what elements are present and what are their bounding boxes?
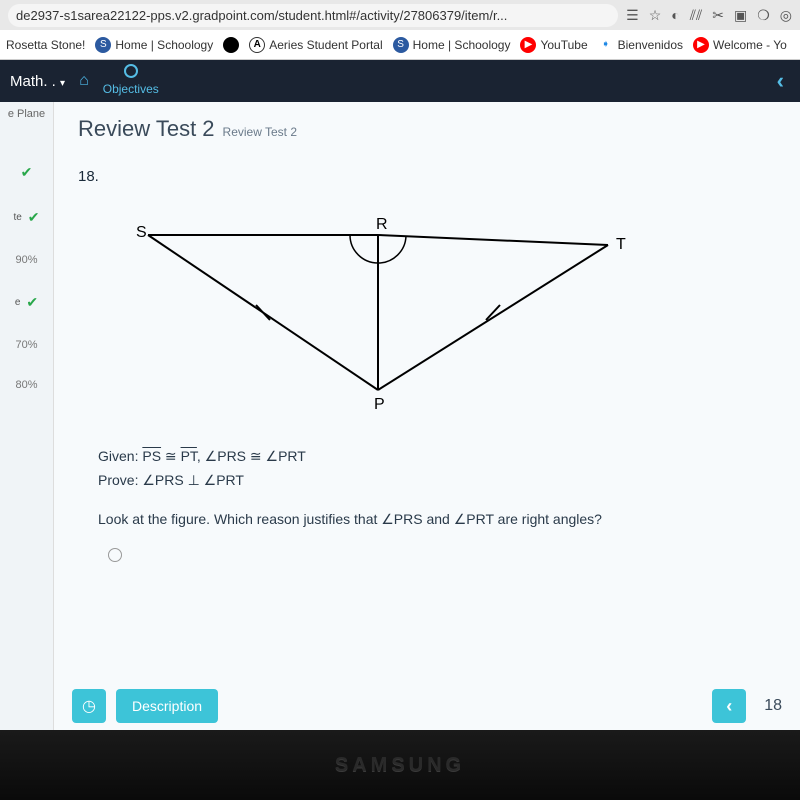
youtube-icon: ▶ — [520, 37, 536, 53]
sidebar-top-label: e Plane — [8, 108, 45, 120]
schoology-icon: S — [95, 37, 111, 53]
progress-sidebar: e Plane ✔ te✔ 90% e✔ 70% 80% — [0, 102, 54, 730]
dot-icon[interactable] — [223, 37, 239, 53]
label-R: R — [376, 216, 388, 233]
timer-button[interactable]: ◷ — [72, 689, 106, 723]
sidebar-item[interactable]: e✔ — [15, 294, 38, 311]
bookmark-schoology1[interactable]: SHome | Schoology — [95, 37, 213, 53]
course-dropdown[interactable]: Math. . ▾ — [10, 73, 65, 90]
pin-icon: ➧ — [598, 37, 614, 53]
scissors-icon[interactable]: ✂ — [712, 7, 724, 24]
star-icon[interactable]: ☆ — [649, 7, 662, 24]
app-header: Math. . ▾ ⌂ Objectives ‹ — [0, 60, 800, 102]
bookmarks-bar: Rosetta Stone! SHome | Schoology AAeries… — [0, 30, 800, 60]
clock-icon: ◷ — [82, 696, 96, 716]
question-text: Look at the figure. Which reason justifi… — [98, 511, 776, 528]
workspace: e Plane ✔ te✔ 90% e✔ 70% 80% Review Test… — [0, 102, 800, 730]
target-icon — [124, 64, 138, 78]
answer-option[interactable] — [108, 548, 776, 567]
question-counter: 18 — [764, 697, 782, 715]
home-icon[interactable]: ⌂ — [79, 72, 89, 90]
ring-icon[interactable]: ◎ — [780, 7, 792, 24]
box-icon[interactable]: ▣ — [734, 7, 747, 24]
prove-line: Prove: ∠PRS ⊥ ∠PRT — [98, 469, 776, 493]
sidebar-item[interactable]: ✔ — [21, 164, 33, 181]
youtube-icon: ▶ — [693, 37, 709, 53]
back-chevron-icon[interactable]: ‹ — [777, 68, 784, 94]
browser-chrome: de2937-s1sarea22122-pps.v2.gradpoint.com… — [0, 0, 800, 30]
brand-logo: SAMSUNG — [335, 754, 465, 777]
stripes-icon[interactable]: ⫽⫽ — [690, 7, 703, 24]
aeries-icon: A — [249, 37, 265, 53]
label-S: S — [136, 224, 147, 241]
content-panel: Review Test 2 Review Test 2 18. S R T — [54, 102, 800, 730]
label-P: P — [374, 396, 385, 413]
bookmark-schoology2[interactable]: SHome | Schoology — [393, 37, 511, 53]
sidebar-item[interactable]: te✔ — [13, 209, 39, 226]
description-button[interactable]: Description — [116, 689, 218, 723]
chrome-action-icons: ☰ ☆ ◐ ⫽⫽ ✂ ▣ ❍ ◎ — [626, 7, 792, 24]
bookmark-aeries[interactable]: AAeries Student Portal — [249, 37, 382, 53]
check-icon: ✔ — [26, 294, 38, 311]
sidebar-item[interactable]: 90% — [15, 254, 37, 266]
sidebar-item[interactable]: 70% — [15, 339, 37, 351]
laptop-bezel: SAMSUNG — [0, 730, 800, 800]
translate-icon[interactable]: ☰ — [626, 7, 639, 24]
sidebar-item[interactable]: 80% — [15, 379, 37, 391]
check-icon: ✔ — [28, 209, 40, 226]
test-title: Review Test 2 Review Test 2 — [78, 116, 776, 142]
contrast-icon[interactable]: ◐ — [671, 7, 679, 23]
bookmark-welcome[interactable]: ▶Welcome - Yo — [693, 37, 787, 53]
radio-icon — [108, 548, 122, 562]
schoology-icon: S — [393, 37, 409, 53]
bookmark-youtube[interactable]: ▶YouTube — [520, 37, 587, 53]
content-footer: ◷ Description ‹ 18 — [54, 682, 800, 730]
check-icon: ✔ — [21, 164, 33, 181]
url-bar[interactable]: de2937-s1sarea22122-pps.v2.gradpoint.com… — [8, 4, 618, 27]
prev-button[interactable]: ‹ — [712, 689, 746, 723]
geometry-figure: S R T P — [118, 215, 638, 415]
question-number: 18. — [78, 168, 776, 185]
help-icon[interactable]: ❍ — [757, 7, 770, 24]
given-line: Given: PS ≅ PT, ∠PRS ≅ ∠PRT — [98, 445, 776, 469]
objectives-tab[interactable]: Objectives — [103, 64, 159, 98]
label-T: T — [616, 236, 626, 253]
bookmark-bienvenidos[interactable]: ➧Bienvenidos — [598, 37, 683, 53]
given-prove-block: Given: PS ≅ PT, ∠PRS ≅ ∠PRT Prove: ∠PRS … — [98, 445, 776, 493]
bookmark-rosetta[interactable]: Rosetta Stone! — [6, 38, 85, 52]
